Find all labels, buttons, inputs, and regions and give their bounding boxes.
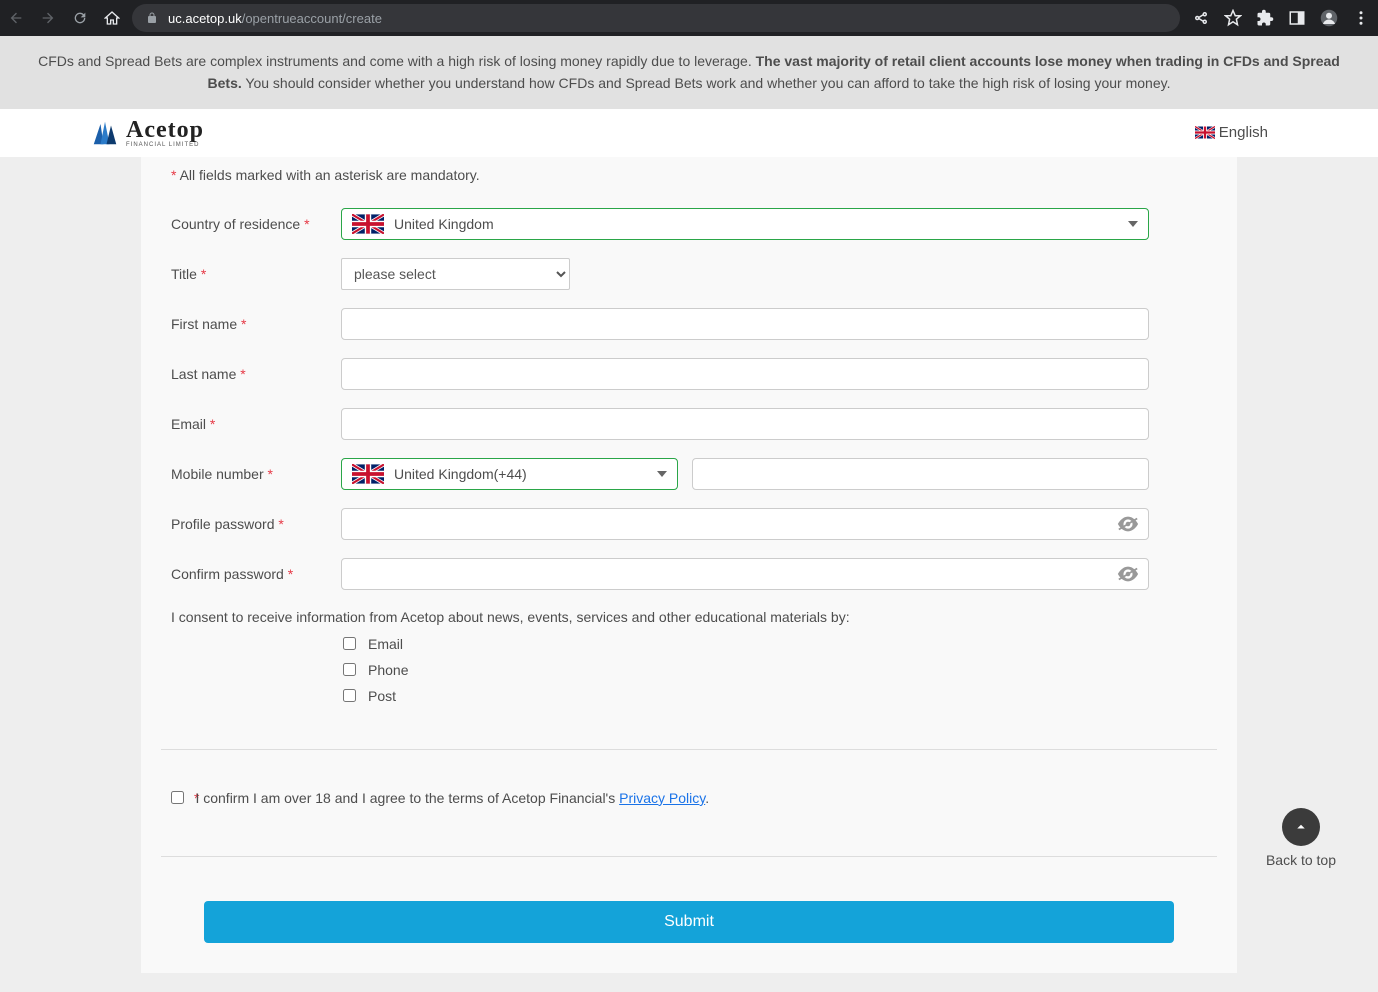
eye-off-icon[interactable] [1117,566,1139,582]
chevron-up-icon [1292,818,1310,836]
privacy-policy-link[interactable]: Privacy Policy [619,790,705,806]
last-name-input[interactable] [341,358,1149,390]
reload-icon[interactable] [72,10,88,26]
last-name-label: Last name * [171,366,341,382]
email-label: Email * [171,416,341,432]
mandatory-note: * All fields marked with an asterisk are… [171,157,1207,199]
uk-flag-icon [352,464,384,484]
consent-phone-row: Phone [343,657,1207,683]
risk-warning-banner: CFDs and Spread Bets are complex instrum… [0,36,1378,109]
eye-off-icon[interactable] [1117,516,1139,532]
consent-post-label: Post [368,688,396,704]
divider [161,856,1217,857]
back-to-top-button[interactable]: Back to top [1266,808,1336,868]
first-name-label: First name * [171,316,341,332]
mobile-number-input[interactable] [692,458,1149,490]
country-dropdown[interactable]: United Kingdom [341,208,1149,240]
forward-icon[interactable] [40,10,56,26]
extensions-icon[interactable] [1256,9,1274,27]
brand-name: Acetop [126,118,204,142]
language-label: English [1219,124,1268,141]
home-icon[interactable] [104,10,120,26]
title-label: Title * [171,266,341,282]
url: uc.acetop.uk/opentrueaccount/create [168,11,382,26]
back-icon[interactable] [8,10,24,26]
divider [161,749,1217,750]
consent-email-checkbox[interactable] [343,637,356,650]
profile-password-input[interactable] [341,508,1149,540]
lock-icon [146,12,158,24]
address-bar[interactable]: uc.acetop.uk/opentrueaccount/create [132,4,1180,32]
title-select[interactable]: please select [341,258,570,290]
consent-post-row: Post [343,683,1207,709]
consent-phone-label: Phone [368,662,408,678]
browser-toolbar: uc.acetop.uk/opentrueaccount/create [0,0,1378,36]
profile-password-label: Profile password * [171,516,341,532]
brand-tagline: FINANCIAL LIMITED [126,142,204,148]
mobile-label: Mobile number * [171,466,341,482]
chevron-down-icon [657,471,667,477]
confirm-password-input[interactable] [341,558,1149,590]
star-icon[interactable] [1224,9,1242,27]
agree-checkbox[interactable] [171,791,184,804]
mobile-country-dropdown[interactable]: United Kingdom(+44) [341,458,678,490]
panel-icon[interactable] [1288,9,1306,27]
consent-email-row: Email [343,631,1207,657]
uk-flag-icon [1195,126,1215,139]
country-label: Country of residence * [171,216,341,232]
uk-flag-icon [352,214,384,234]
consent-email-label: Email [368,636,403,652]
email-input[interactable] [341,408,1149,440]
country-value: United Kingdom [394,216,494,232]
confirm-password-label: Confirm password * [171,566,341,582]
logo-icon [90,118,120,148]
menu-icon[interactable] [1352,9,1370,27]
profile-icon[interactable] [1320,9,1338,27]
consent-phone-checkbox[interactable] [343,663,356,676]
site-header: Acetop FINANCIAL LIMITED English [0,109,1378,157]
mobile-country-value: United Kingdom(+44) [394,466,527,482]
agree-row: *I confirm I am over 18 and I agree to t… [171,780,1207,816]
share-icon[interactable] [1192,9,1210,27]
back-to-top-label: Back to top [1266,852,1336,868]
submit-button[interactable]: Submit [204,901,1174,943]
consent-intro: I consent to receive information from Ac… [171,599,1207,631]
chevron-down-icon [1128,221,1138,227]
first-name-input[interactable] [341,308,1149,340]
consent-post-checkbox[interactable] [343,689,356,702]
language-selector[interactable]: English [1195,124,1268,141]
logo[interactable]: Acetop FINANCIAL LIMITED [90,118,204,148]
